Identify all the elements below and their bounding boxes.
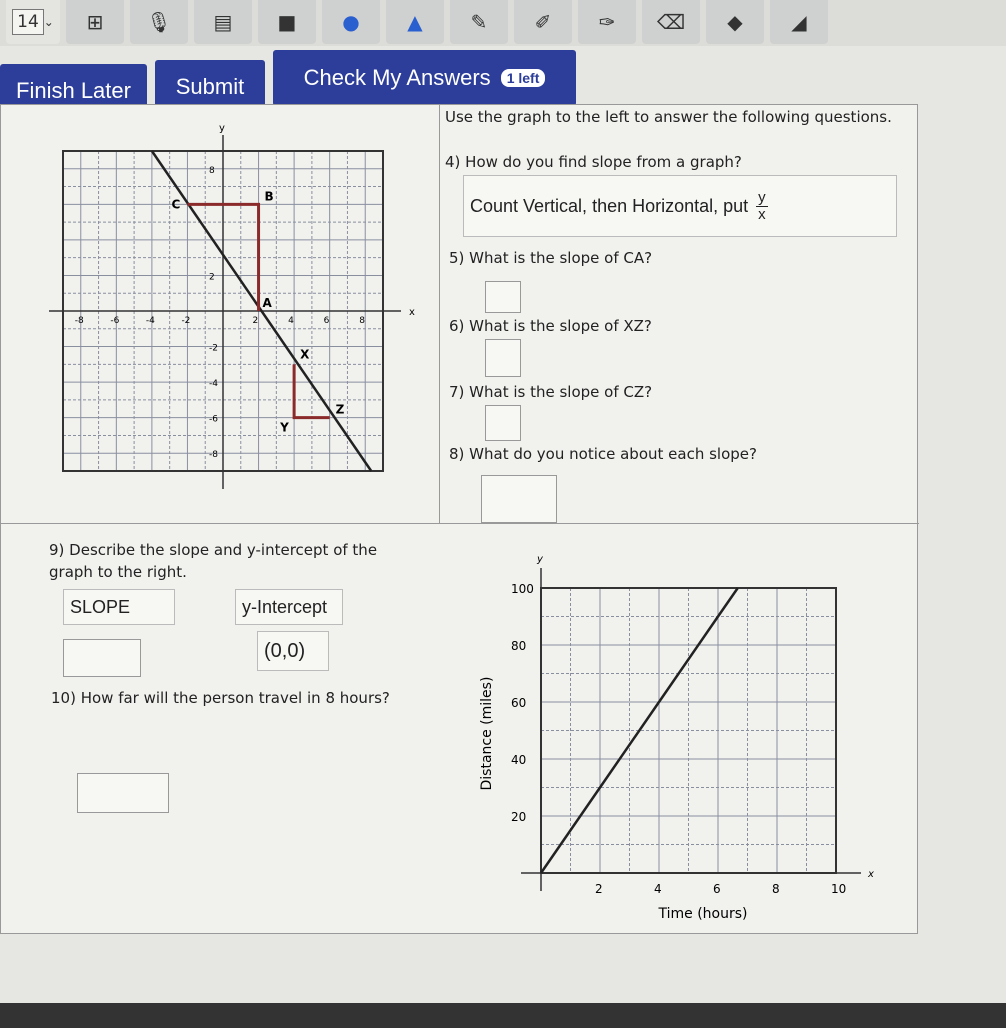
y-tick-label: -8 [209,450,218,460]
x-tick-label: 4 [288,316,294,326]
font-size-select[interactable]: 14 ⌄ [6,0,60,44]
rectangle-icon[interactable]: ■ [258,0,316,44]
text-to-speech-icon[interactable]: ▤ [194,0,252,44]
line-color-icon[interactable]: ◢ [770,0,828,44]
y-intercept-label: y-Intercept [235,589,343,625]
x-axis-var: x [867,869,874,880]
calculator-icon[interactable]: ⊞ [66,0,124,44]
y-tick-label: 8 [209,166,215,176]
taskbar [0,1003,1006,1028]
denominator: x [758,205,766,223]
y-tick-label: 40 [511,753,526,767]
y-tick-label: 20 [511,810,526,824]
x-tick-label: 6 [713,882,721,896]
y-tick-label: 2 [209,272,215,282]
answer-5-field[interactable] [485,281,521,313]
x-axis-label: x [409,307,415,318]
answer-4-text: Count Vertical, then Horizontal, put [470,195,749,216]
question-8: 8) What do you notice about each slope? [449,445,757,463]
x-axis-title: Time (hours) [658,906,748,922]
y-tick-label: 80 [511,639,526,653]
question-5: 5) What is the slope of CA? [449,249,653,267]
x-tick-label: 10 [831,882,846,896]
question-4: 4) How do you find slope from a graph? [445,153,742,171]
numerator: y [756,188,768,207]
eraser-icon[interactable]: ⌫ [642,0,700,44]
x-tick-label: 4 [654,882,662,896]
x-tick-label: -4 [146,316,155,326]
y-axis-var: y [536,554,544,565]
pen-icon[interactable]: ✎ [450,0,508,44]
brush-icon[interactable]: ✑ [578,0,636,44]
fill-color-icon[interactable]: ◆ [706,0,764,44]
question-10: 10) How far will the person travel in 8 … [51,689,390,707]
answer-8-field[interactable] [481,475,557,523]
y-tick-label: -2 [209,344,218,354]
y-tick-label: -4 [209,379,218,389]
slope-answer-field[interactable] [63,639,141,677]
point-label-c: C [171,197,180,211]
x-tick-label: 8 [359,316,365,326]
slope-label: SLOPE [63,589,175,625]
highlighter-icon[interactable]: ✐ [514,0,572,44]
y-tick-label: 60 [511,696,526,710]
y-axis-label: y [219,123,225,134]
circle-icon[interactable]: ● [322,0,380,44]
y-tick-label: -6 [209,415,218,425]
x-tick-label: -8 [75,316,84,326]
y-axis-title: Distance (miles) [479,677,495,791]
divider [1,523,919,524]
point-label-z: Z [336,403,345,417]
answer-4-field[interactable]: Count Vertical, then Horizontal, put y x [463,175,897,237]
x-tick-label: 2 [253,316,259,326]
coordinate-graph: x y -8 -6 -4 -2 2 4 6 8 8 2 -2 -4 -6 -8 A B C X Y Z [49,123,415,489]
attempts-badge: 1 left [500,69,546,87]
divider [439,105,440,523]
point-label-b: B [265,189,274,203]
y-tick-label: 100 [511,582,534,596]
toolbar: 14 ⌄ ⊞ 🎙 ▤ ■ ● ▲ ✎ ✐ ✑ ⌫ ◆ ◢ [0,0,1006,46]
answer-7-field[interactable] [485,405,521,441]
worksheet-panel: x y -8 -6 -4 -2 2 4 6 8 8 2 -2 -4 -6 -8 A B C X Y Z Use the g… [0,104,919,934]
instructions: Use the graph to the left to answer the … [445,108,892,126]
triangle-icon[interactable]: ▲ [386,0,444,44]
check-answers-button[interactable]: Check My Answers 1 left [273,50,576,106]
x-tick-label: -6 [110,316,119,326]
x-tick-label: -2 [181,316,190,326]
x-tick-label: 2 [595,882,603,896]
answer-6-field[interactable] [485,339,521,377]
point-label-a: A [263,296,273,310]
question-9: 9) Describe the slope and y-intercept of… [49,541,378,581]
x-tick-label: 6 [324,316,330,326]
fraction: yx [756,188,768,223]
answer-10-field[interactable] [77,773,169,813]
question-6: 6) What is the slope of XZ? [449,317,652,335]
microphone-icon[interactable]: 🎙 [130,0,188,44]
y-intercept-answer-field[interactable]: (0,0) [257,631,329,671]
point-label-x: X [300,347,310,361]
distance-time-graph: x y 2 4 6 8 10 20 40 60 80 100 Time (hours) Distance … [479,554,874,922]
x-tick-label: 8 [772,882,780,896]
question-7: 7) What is the slope of CZ? [449,383,653,401]
check-label: Check My Answers [303,65,491,90]
point-label-y: Y [279,421,289,435]
